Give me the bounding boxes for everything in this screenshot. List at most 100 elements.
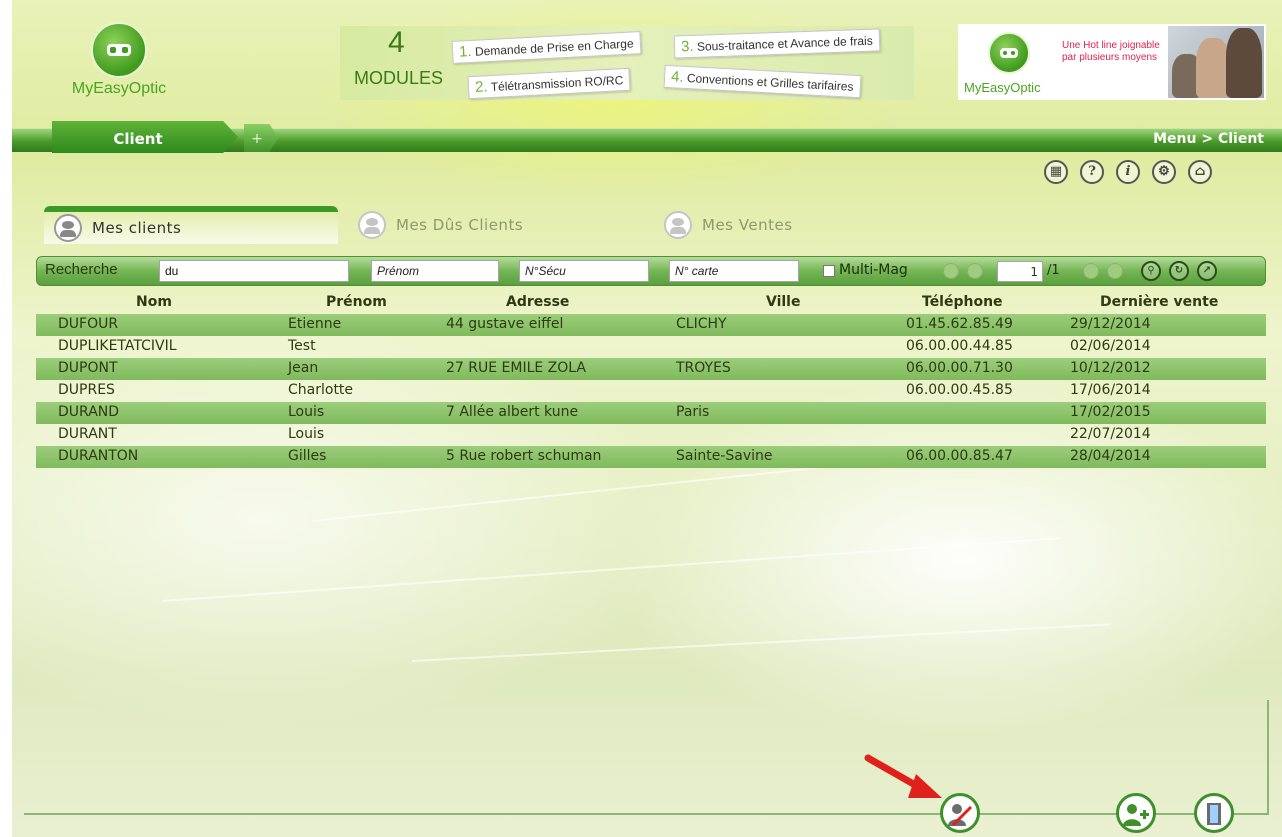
header-derniere-vente[interactable]: Dernière vente <box>1100 294 1218 310</box>
home-icon[interactable]: ⌂ <box>1188 160 1212 184</box>
prev-page-button[interactable] <box>967 263 983 279</box>
logo-text: MyEasyOptic <box>71 80 167 97</box>
table-row[interactable]: DURANT Louis 22/07/2014 <box>36 424 1266 446</box>
header-ville[interactable]: Ville <box>766 294 800 310</box>
table-row[interactable]: DUPLIKETATCIVIL Test 06.00.00.44.85 02/0… <box>36 336 1266 358</box>
export-icon[interactable]: ↗ <box>1197 261 1217 281</box>
subtab-mes-ventes[interactable]: Mes Ventes <box>664 206 793 244</box>
cell-prenom: Louis <box>288 404 325 420</box>
cell-telephone: 06.00.00.44.85 <box>906 338 1013 354</box>
app-window: MyEasyOptic 4 MODULES 1. Demande de Pris… <box>12 0 1282 837</box>
subtab-label: Mes Dûs Clients <box>396 216 524 234</box>
help-icon[interactable]: ? <box>1080 160 1104 184</box>
module-label: Demande de Prise en Charge <box>474 36 634 59</box>
cell-nom: DUPONT <box>58 360 118 376</box>
table-row[interactable]: DUPRES Charlotte 06.00.00.45.85 17/06/20… <box>36 380 1266 402</box>
banner-module-4: 4. Conventions et Grilles tarifaires <box>663 64 862 99</box>
banner-number: 4 <box>388 26 405 59</box>
module-label: Télétransmission RO/RC <box>490 73 624 95</box>
cell-derniere-vente: 10/12/2012 <box>1070 360 1151 376</box>
cell-ville: Paris <box>676 404 710 420</box>
cell-adresse: 27 RUE EMILE ZOLA <box>446 360 586 376</box>
cell-adresse: 44 gustave eiffel <box>446 316 564 332</box>
table-row[interactable]: DURAND Louis 7 Allée albert kune Paris 1… <box>36 402 1266 424</box>
background-streak <box>411 623 1112 662</box>
cell-nom: DUPRES <box>58 382 115 398</box>
cell-adresse: 7 Allée albert kune <box>446 404 579 420</box>
cell-nom: DURANT <box>58 426 117 442</box>
cell-nom: DUPLIKETATCIVIL <box>58 338 177 354</box>
last-page-button[interactable] <box>1107 263 1123 279</box>
table-row[interactable]: DUFOUR Etienne 44 gustave eiffel CLICHY … <box>36 314 1266 336</box>
module-number: 3. <box>680 37 694 56</box>
subtab-mes-dus-clients[interactable]: Mes Dûs Clients <box>358 206 523 244</box>
cell-ville: CLICHY <box>676 316 727 332</box>
multimag-label: Multi-Mag <box>839 262 908 278</box>
exit-door-icon[interactable] <box>1194 793 1234 833</box>
cell-ville: Sainte-Savine <box>676 448 773 464</box>
cell-nom: DURANTON <box>58 448 139 464</box>
tab-client[interactable]: Client <box>52 121 238 153</box>
clients-table: Nom Prénom Adresse Ville Téléphone Derni… <box>36 292 1266 468</box>
cell-prenom: Jean <box>288 360 319 376</box>
cell-derniere-vente: 17/02/2015 <box>1070 404 1151 420</box>
first-page-button[interactable] <box>943 263 959 279</box>
cell-derniere-vente: 02/06/2014 <box>1070 338 1151 354</box>
clients-icon <box>54 214 82 242</box>
search-label: Recherche <box>45 261 118 278</box>
banner-modules-label: MODULES <box>354 68 444 88</box>
secu-search-input[interactable]: N°Sécu <box>519 260 649 282</box>
cell-telephone: 01.45.62.85.49 <box>906 316 1013 332</box>
hotline-photo <box>1168 26 1264 98</box>
footer-line <box>24 813 1267 815</box>
subtab-mes-clients[interactable]: Mes clients <box>44 206 338 244</box>
settings-search-icon[interactable]: ⚙ <box>1152 160 1176 184</box>
banner-module-1: 1. Demande de Prise en Charge <box>451 31 642 64</box>
hotline-ad[interactable]: MyEasyOptic Une Hot line joignable par p… <box>958 24 1266 100</box>
modules-banner[interactable]: 4 MODULES 1. Demande de Prise en Charge … <box>340 26 914 100</box>
clients-icon <box>664 211 692 239</box>
add-client-icon[interactable] <box>1116 793 1156 833</box>
table-header: Nom Prénom Adresse Ville Téléphone Derni… <box>36 292 1266 314</box>
page-number-input[interactable]: 1 <box>997 261 1043 282</box>
ad-brand: MyEasyOptic <box>964 80 1041 95</box>
cell-derniere-vente: 17/06/2014 <box>1070 382 1151 398</box>
prenom-search-input[interactable]: Prénom <box>371 260 499 282</box>
header-prenom[interactable]: Prénom <box>326 294 387 310</box>
gift-icon[interactable]: ▦ <box>1044 160 1068 184</box>
subtab-label: Mes Ventes <box>702 216 793 234</box>
cell-prenom: Louis <box>288 426 325 442</box>
breadcrumb: Menu > Client <box>1153 131 1264 147</box>
module-label: Conventions et Grilles tarifaires <box>686 71 854 94</box>
module-number: 2. <box>474 78 489 96</box>
header-nom[interactable]: Nom <box>136 294 172 310</box>
footer-line <box>1267 700 1269 815</box>
toolbar: ▦ ? i ⚙ ⌂ <box>1044 160 1212 184</box>
banner-module-3: 3. Sous-traitance et Avance de frais <box>673 28 881 59</box>
cell-derniere-vente: 29/12/2014 <box>1070 316 1151 332</box>
multimag-checkbox[interactable] <box>823 265 835 277</box>
header-adresse[interactable]: Adresse <box>506 294 569 310</box>
carte-search-input[interactable]: N° carte <box>669 260 799 282</box>
cell-prenom: Test <box>288 338 316 354</box>
app-logo[interactable]: MyEasyOptic <box>60 22 178 98</box>
info-icon[interactable]: i <box>1116 160 1140 184</box>
cell-derniere-vente: 22/07/2014 <box>1070 426 1151 442</box>
cell-telephone: 06.00.00.85.47 <box>906 448 1013 464</box>
refresh-icon[interactable]: ↻ <box>1169 261 1189 281</box>
next-page-button[interactable] <box>1083 263 1099 279</box>
red-arrow-icon <box>864 754 942 798</box>
search-icon[interactable]: ⚲ <box>1141 261 1161 281</box>
glasses-logo-icon <box>91 22 147 78</box>
background-streak <box>161 537 1060 602</box>
cell-ville: TROYES <box>676 360 731 376</box>
table-row[interactable]: DUPONT Jean 27 RUE EMILE ZOLA TROYES 06.… <box>36 358 1266 380</box>
nom-search-input[interactable]: du <box>159 260 349 282</box>
header-telephone[interactable]: Téléphone <box>922 294 1003 310</box>
glasses-logo-icon <box>988 32 1030 74</box>
banner-module-2: 2. Télétransmission RO/RC <box>467 67 631 100</box>
cell-prenom: Gilles <box>288 448 327 464</box>
table-row[interactable]: DURANTON Gilles 5 Rue robert schuman Sai… <box>36 446 1266 468</box>
edit-client-icon[interactable] <box>940 793 980 833</box>
cell-adresse: 5 Rue robert schuman <box>446 448 602 464</box>
